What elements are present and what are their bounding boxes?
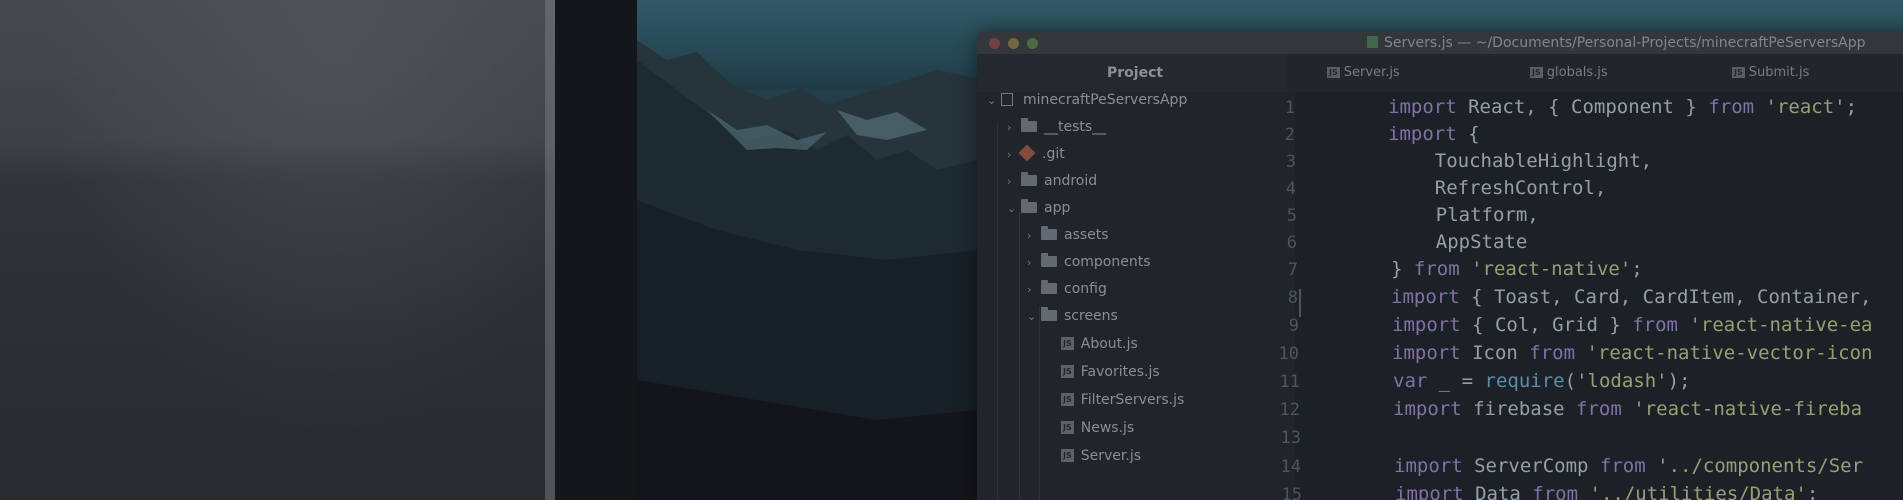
folder-icon <box>1041 280 1057 294</box>
tree-file-item[interactable]: JS FilterServers.js <box>1061 392 1184 418</box>
line-number: 2 <box>1284 125 1295 145</box>
project-panel-header: Project <box>977 54 1287 92</box>
chevron-right-icon: › <box>1007 175 1012 188</box>
folder-icon <box>1041 226 1057 240</box>
close-window-button[interactable] <box>989 38 1000 49</box>
chevron-down-icon: ⌄ <box>987 94 997 107</box>
tree-file-item[interactable]: JS About.js <box>1061 336 1138 362</box>
line-number: 3 <box>1285 152 1296 172</box>
line-number: 6 <box>1286 233 1297 253</box>
line-number: 10 <box>1278 344 1299 364</box>
js-file-icon: JS <box>1061 365 1074 378</box>
tab-server-js[interactable]: JS Server.js <box>1327 65 1400 80</box>
line-number: 11 <box>1279 372 1300 392</box>
chevron-right-icon: › <box>1007 148 1012 161</box>
project-panel-title: Project <box>1107 65 1164 81</box>
tree-root-item[interactable]: ⌄ minecraftPeServersApp <box>987 92 1187 118</box>
line-number: 7 <box>1287 260 1298 280</box>
js-file-icon: JS <box>1061 337 1074 350</box>
window-title: Servers.js — ~/Documents/Personal-Projec… <box>1367 35 1866 51</box>
chevron-right-icon: › <box>1007 121 1012 134</box>
tree-item[interactable]: › assets <box>1027 226 1109 253</box>
file-icon <box>1367 36 1378 48</box>
tree-item[interactable]: ⌄ screens <box>1027 307 1118 334</box>
chevron-right-icon: › <box>1027 283 1032 296</box>
editor-window: Servers.js — ~/Documents/Personal-Projec… <box>977 32 1903 500</box>
chevron-right-icon: › <box>1027 229 1032 242</box>
code-line: import Icon from 'react-native-vector-ic… <box>1392 342 1873 364</box>
js-file-icon: JS <box>1061 449 1074 462</box>
tree-indent-guide <box>1039 306 1040 500</box>
code-line: } from 'react-native'; <box>1391 258 1643 280</box>
tree-item[interactable]: › config <box>1027 280 1107 307</box>
tree-file-item[interactable]: JS News.js <box>1061 420 1134 446</box>
tab-submit-js[interactable]: JS Submit.js <box>1732 65 1809 80</box>
js-file-icon: JS <box>1061 393 1074 406</box>
tab-globals-js[interactable]: JS globals.js <box>1530 65 1608 80</box>
photo-scene: Servers.js — ~/Documents/Personal-Projec… <box>0 0 1903 500</box>
tab-bar: JS Server.js JS globals.js JS Submit.js <box>1287 54 1903 92</box>
line-number: 14 <box>1280 457 1301 477</box>
tree-file-item[interactable]: JS Server.js <box>1061 448 1141 474</box>
line-number: 9 <box>1288 316 1299 336</box>
cursor-marker <box>1299 289 1301 317</box>
folder-icon <box>1021 118 1037 132</box>
line-number: 8 <box>1287 288 1298 308</box>
title-bar: Servers.js — ~/Documents/Personal-Projec… <box>977 32 1903 54</box>
project-tree: ⌄ minecraftPeServersApp › __tests__ › .git … <box>977 92 1295 500</box>
monitor-bezel <box>555 0 637 500</box>
tree-file-item[interactable]: JS Favorites.js <box>1061 364 1160 390</box>
js-file-icon: JS <box>1327 67 1340 78</box>
code-line: import { Col, Grid } from 'react-native-… <box>1392 314 1873 336</box>
code-line: import ServerComp from '../components/Se… <box>1394 455 1864 477</box>
code-line: TouchableHighlight, <box>1389 150 1653 172</box>
code-line: AppState <box>1390 231 1528 253</box>
code-line: import React, { Component } from 'react'… <box>1388 96 1858 118</box>
line-number: 5 <box>1286 206 1297 226</box>
code-line: import firebase from 'react-native-fireb… <box>1393 398 1863 420</box>
repo-icon <box>1001 93 1013 106</box>
folder-icon <box>1041 253 1057 267</box>
js-file-icon: JS <box>1061 421 1074 434</box>
tree-item[interactable]: ⌄ app <box>1007 199 1070 226</box>
code-line: import Data from '../utilities/Data'; <box>1395 483 1819 500</box>
minimize-window-button[interactable] <box>1008 38 1019 49</box>
js-file-icon: JS <box>1530 67 1543 78</box>
tree-item[interactable]: › components <box>1027 253 1151 280</box>
code-line: import { <box>1388 123 1480 145</box>
folder-icon <box>1021 199 1037 213</box>
line-number: 12 <box>1279 400 1300 420</box>
git-icon <box>1018 144 1036 162</box>
chevron-right-icon: › <box>1027 256 1032 269</box>
chevron-down-icon: ⌄ <box>1027 310 1037 323</box>
tree-indent-guide <box>1019 212 1020 500</box>
chevron-down-icon: ⌄ <box>1007 202 1017 215</box>
folder-icon <box>1021 172 1037 186</box>
js-file-icon: JS <box>1732 67 1745 78</box>
code-line: import { Toast, Card, CardItem, Containe… <box>1391 286 1872 308</box>
code-line: Platform, <box>1390 204 1539 226</box>
blurred-background <box>0 0 555 500</box>
tree-item[interactable]: › .git <box>1007 144 1065 172</box>
line-number: 1 <box>1284 98 1295 118</box>
line-number: 13 <box>1280 428 1301 448</box>
tree-item[interactable]: › android <box>1007 172 1097 199</box>
line-number: 15 <box>1281 485 1302 500</box>
code-line: RefreshControl, <box>1389 177 1607 199</box>
tree-indent-guide <box>997 122 998 500</box>
zoom-window-button[interactable] <box>1027 38 1038 49</box>
code-line: var _ = require('lodash'); <box>1393 370 1691 392</box>
folder-icon <box>1041 307 1057 321</box>
tree-item[interactable]: › __tests__ <box>1007 118 1106 145</box>
line-number: 4 <box>1285 179 1296 199</box>
